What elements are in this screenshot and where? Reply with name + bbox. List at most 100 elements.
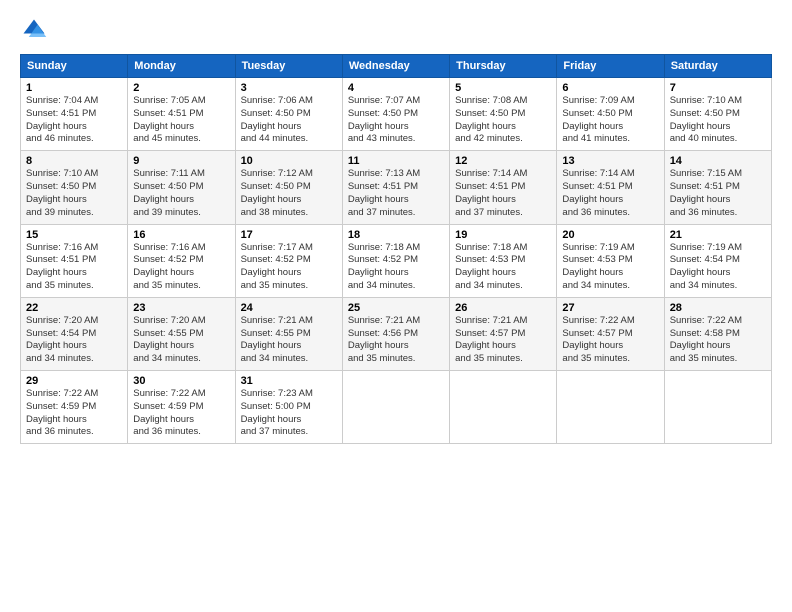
day-number: 16	[133, 229, 229, 241]
week-row-5: 29Sunrise: 7:22 AMSunset: 4:59 PMDayligh…	[21, 371, 772, 444]
day-number: 29	[26, 375, 122, 387]
day-header-thursday: Thursday	[450, 55, 557, 78]
day-detail: Sunrise: 7:20 AMSunset: 4:55 PMDaylight …	[133, 315, 229, 366]
day-number: 30	[133, 375, 229, 387]
day-number: 27	[562, 302, 658, 314]
day-detail: Sunrise: 7:16 AMSunset: 4:51 PMDaylight …	[26, 242, 122, 293]
day-detail: Sunrise: 7:22 AMSunset: 4:57 PMDaylight …	[562, 315, 658, 366]
cell-w5-d5	[450, 371, 557, 444]
cell-w3-d7: 21Sunrise: 7:19 AMSunset: 4:54 PMDayligh…	[664, 224, 771, 297]
day-number: 15	[26, 229, 122, 241]
day-detail: Sunrise: 7:21 AMSunset: 4:56 PMDaylight …	[348, 315, 444, 366]
day-number: 12	[455, 155, 551, 167]
cell-w2-d5: 12Sunrise: 7:14 AMSunset: 4:51 PMDayligh…	[450, 151, 557, 224]
cell-w1-d1: 1Sunrise: 7:04 AMSunset: 4:51 PMDaylight…	[21, 78, 128, 151]
logo-icon	[20, 16, 48, 44]
day-number: 2	[133, 82, 229, 94]
day-number: 1	[26, 82, 122, 94]
cell-w4-d6: 27Sunrise: 7:22 AMSunset: 4:57 PMDayligh…	[557, 297, 664, 370]
cell-w5-d1: 29Sunrise: 7:22 AMSunset: 4:59 PMDayligh…	[21, 371, 128, 444]
day-number: 4	[348, 82, 444, 94]
day-number: 7	[670, 82, 766, 94]
day-header-sunday: Sunday	[21, 55, 128, 78]
day-header-tuesday: Tuesday	[235, 55, 342, 78]
calendar-header-row: SundayMondayTuesdayWednesdayThursdayFrid…	[21, 55, 772, 78]
day-detail: Sunrise: 7:05 AMSunset: 4:51 PMDaylight …	[133, 95, 229, 146]
cell-w4-d1: 22Sunrise: 7:20 AMSunset: 4:54 PMDayligh…	[21, 297, 128, 370]
day-detail: Sunrise: 7:07 AMSunset: 4:50 PMDaylight …	[348, 95, 444, 146]
cell-w3-d6: 20Sunrise: 7:19 AMSunset: 4:53 PMDayligh…	[557, 224, 664, 297]
day-detail: Sunrise: 7:22 AMSunset: 4:58 PMDaylight …	[670, 315, 766, 366]
day-detail: Sunrise: 7:10 AMSunset: 4:50 PMDaylight …	[26, 168, 122, 219]
cell-w5-d6	[557, 371, 664, 444]
day-detail: Sunrise: 7:21 AMSunset: 4:57 PMDaylight …	[455, 315, 551, 366]
day-number: 6	[562, 82, 658, 94]
week-row-4: 22Sunrise: 7:20 AMSunset: 4:54 PMDayligh…	[21, 297, 772, 370]
day-detail: Sunrise: 7:06 AMSunset: 4:50 PMDaylight …	[241, 95, 337, 146]
cell-w3-d2: 16Sunrise: 7:16 AMSunset: 4:52 PMDayligh…	[128, 224, 235, 297]
day-number: 11	[348, 155, 444, 167]
cell-w3-d5: 19Sunrise: 7:18 AMSunset: 4:53 PMDayligh…	[450, 224, 557, 297]
page: SundayMondayTuesdayWednesdayThursdayFrid…	[0, 0, 792, 612]
day-number: 21	[670, 229, 766, 241]
cell-w1-d2: 2Sunrise: 7:05 AMSunset: 4:51 PMDaylight…	[128, 78, 235, 151]
day-detail: Sunrise: 7:08 AMSunset: 4:50 PMDaylight …	[455, 95, 551, 146]
day-detail: Sunrise: 7:20 AMSunset: 4:54 PMDaylight …	[26, 315, 122, 366]
cell-w3-d3: 17Sunrise: 7:17 AMSunset: 4:52 PMDayligh…	[235, 224, 342, 297]
day-number: 13	[562, 155, 658, 167]
cell-w4-d3: 24Sunrise: 7:21 AMSunset: 4:55 PMDayligh…	[235, 297, 342, 370]
day-detail: Sunrise: 7:19 AMSunset: 4:53 PMDaylight …	[562, 242, 658, 293]
day-header-saturday: Saturday	[664, 55, 771, 78]
day-detail: Sunrise: 7:14 AMSunset: 4:51 PMDaylight …	[562, 168, 658, 219]
day-number: 17	[241, 229, 337, 241]
day-detail: Sunrise: 7:12 AMSunset: 4:50 PMDaylight …	[241, 168, 337, 219]
day-number: 8	[26, 155, 122, 167]
day-number: 19	[455, 229, 551, 241]
week-row-2: 8Sunrise: 7:10 AMSunset: 4:50 PMDaylight…	[21, 151, 772, 224]
cell-w1-d4: 4Sunrise: 7:07 AMSunset: 4:50 PMDaylight…	[342, 78, 449, 151]
cell-w4-d4: 25Sunrise: 7:21 AMSunset: 4:56 PMDayligh…	[342, 297, 449, 370]
cell-w2-d2: 9Sunrise: 7:11 AMSunset: 4:50 PMDaylight…	[128, 151, 235, 224]
day-detail: Sunrise: 7:19 AMSunset: 4:54 PMDaylight …	[670, 242, 766, 293]
cell-w4-d5: 26Sunrise: 7:21 AMSunset: 4:57 PMDayligh…	[450, 297, 557, 370]
cell-w5-d4	[342, 371, 449, 444]
day-header-friday: Friday	[557, 55, 664, 78]
day-detail: Sunrise: 7:09 AMSunset: 4:50 PMDaylight …	[562, 95, 658, 146]
day-number: 22	[26, 302, 122, 314]
day-detail: Sunrise: 7:21 AMSunset: 4:55 PMDaylight …	[241, 315, 337, 366]
day-detail: Sunrise: 7:16 AMSunset: 4:52 PMDaylight …	[133, 242, 229, 293]
day-detail: Sunrise: 7:22 AMSunset: 4:59 PMDaylight …	[26, 388, 122, 439]
day-header-wednesday: Wednesday	[342, 55, 449, 78]
day-number: 23	[133, 302, 229, 314]
cell-w2-d6: 13Sunrise: 7:14 AMSunset: 4:51 PMDayligh…	[557, 151, 664, 224]
cell-w2-d7: 14Sunrise: 7:15 AMSunset: 4:51 PMDayligh…	[664, 151, 771, 224]
day-number: 3	[241, 82, 337, 94]
day-detail: Sunrise: 7:04 AMSunset: 4:51 PMDaylight …	[26, 95, 122, 146]
cell-w2-d1: 8Sunrise: 7:10 AMSunset: 4:50 PMDaylight…	[21, 151, 128, 224]
day-number: 31	[241, 375, 337, 387]
day-number: 20	[562, 229, 658, 241]
cell-w5-d3: 31Sunrise: 7:23 AMSunset: 5:00 PMDayligh…	[235, 371, 342, 444]
cell-w4-d2: 23Sunrise: 7:20 AMSunset: 4:55 PMDayligh…	[128, 297, 235, 370]
cell-w2-d3: 10Sunrise: 7:12 AMSunset: 4:50 PMDayligh…	[235, 151, 342, 224]
week-row-1: 1Sunrise: 7:04 AMSunset: 4:51 PMDaylight…	[21, 78, 772, 151]
day-detail: Sunrise: 7:10 AMSunset: 4:50 PMDaylight …	[670, 95, 766, 146]
day-number: 14	[670, 155, 766, 167]
cell-w2-d4: 11Sunrise: 7:13 AMSunset: 4:51 PMDayligh…	[342, 151, 449, 224]
cell-w1-d7: 7Sunrise: 7:10 AMSunset: 4:50 PMDaylight…	[664, 78, 771, 151]
day-number: 18	[348, 229, 444, 241]
day-detail: Sunrise: 7:17 AMSunset: 4:52 PMDaylight …	[241, 242, 337, 293]
day-detail: Sunrise: 7:23 AMSunset: 5:00 PMDaylight …	[241, 388, 337, 439]
cell-w1-d5: 5Sunrise: 7:08 AMSunset: 4:50 PMDaylight…	[450, 78, 557, 151]
day-number: 25	[348, 302, 444, 314]
day-detail: Sunrise: 7:11 AMSunset: 4:50 PMDaylight …	[133, 168, 229, 219]
day-number: 9	[133, 155, 229, 167]
day-detail: Sunrise: 7:18 AMSunset: 4:53 PMDaylight …	[455, 242, 551, 293]
day-detail: Sunrise: 7:14 AMSunset: 4:51 PMDaylight …	[455, 168, 551, 219]
day-detail: Sunrise: 7:13 AMSunset: 4:51 PMDaylight …	[348, 168, 444, 219]
cell-w3-d1: 15Sunrise: 7:16 AMSunset: 4:51 PMDayligh…	[21, 224, 128, 297]
day-detail: Sunrise: 7:18 AMSunset: 4:52 PMDaylight …	[348, 242, 444, 293]
day-number: 24	[241, 302, 337, 314]
cell-w5-d7	[664, 371, 771, 444]
logo	[20, 16, 52, 44]
